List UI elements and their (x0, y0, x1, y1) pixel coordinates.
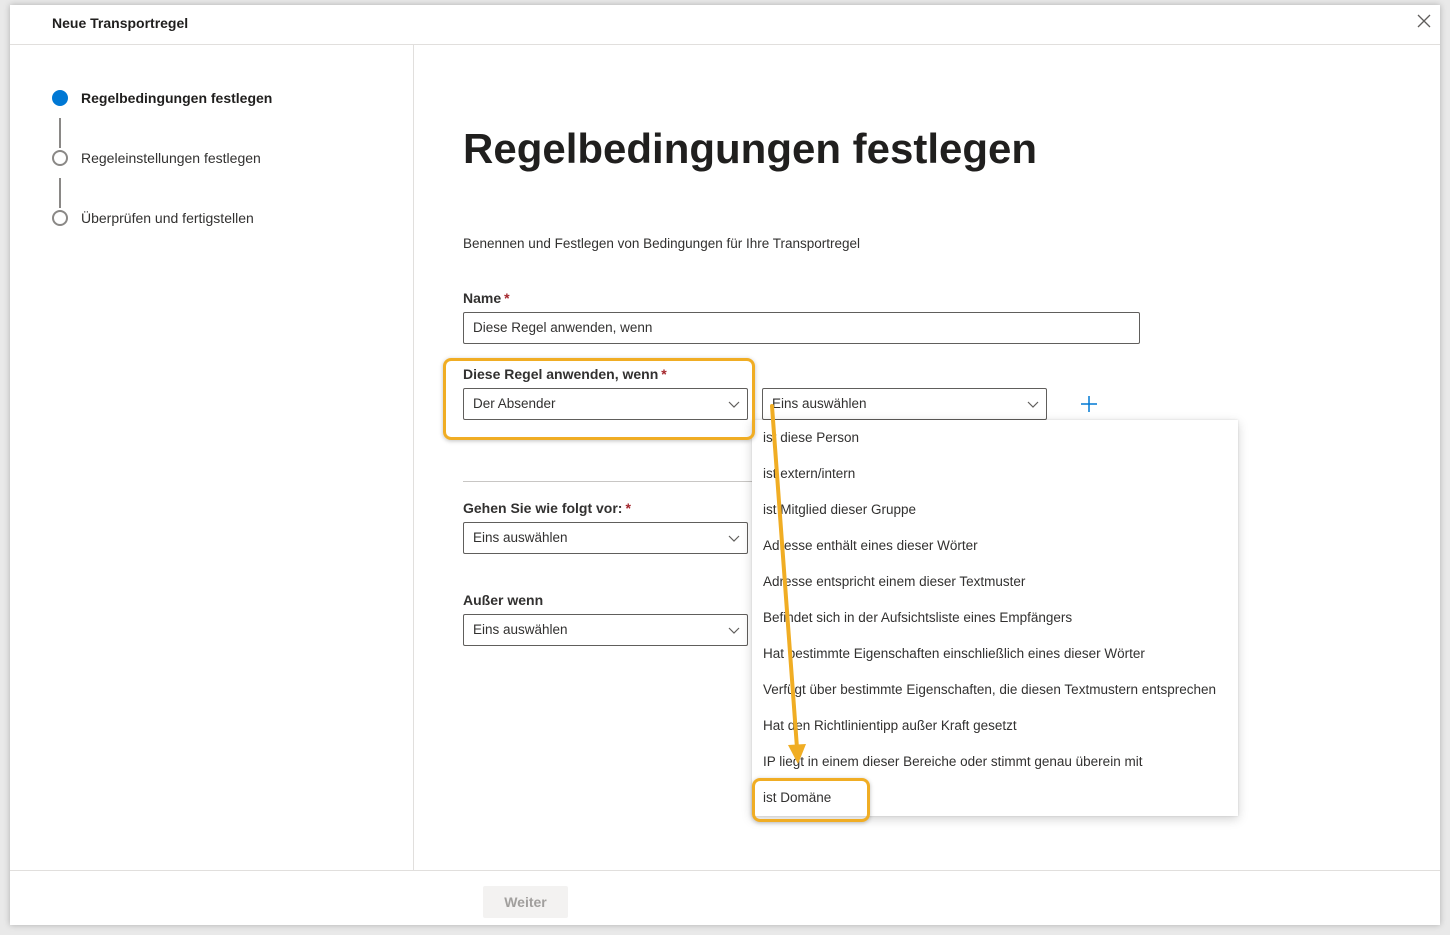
menu-item[interactable]: Verfügt über bestimmte Eigenschaften, di… (752, 672, 1238, 708)
except-label: Außer wenn (463, 592, 543, 608)
chevron-down-icon (728, 627, 740, 634)
menu-item[interactable]: Adresse enthält eines dieser Wörter (752, 528, 1238, 564)
condition-options-menu: ist diese Person ist extern/intern ist M… (752, 420, 1238, 816)
action-dropdown[interactable]: Eins auswählen (463, 522, 748, 554)
panel-header: Neue Transportregel (10, 5, 1440, 45)
close-icon (1417, 14, 1431, 28)
page-description: Benennen und Festlegen von Bedingungen f… (463, 236, 861, 251)
close-button[interactable] (1416, 13, 1432, 29)
step-review-finish[interactable]: Überprüfen und fertigstellen (52, 210, 254, 226)
panel-title: Neue Transportregel (52, 15, 189, 31)
step-rule-conditions[interactable]: Regelbedingungen festlegen (52, 90, 272, 106)
dropdown-value: Der Absender (473, 396, 556, 411)
step-connector (59, 118, 61, 148)
name-input[interactable]: Diese Regel anwenden, wenn (463, 312, 1140, 344)
menu-item[interactable]: Befindet sich in der Aufsichtsliste eine… (752, 600, 1238, 636)
condition-dropdown[interactable]: Eins auswählen (762, 388, 1047, 420)
add-condition-button[interactable] (1077, 392, 1101, 416)
step-connector (59, 178, 61, 208)
chevron-down-icon (1027, 401, 1039, 408)
step-pending-indicator (52, 210, 68, 226)
step-active-indicator (52, 90, 68, 106)
step-label: Regeleinstellungen festlegen (81, 150, 261, 166)
menu-item[interactable]: IP liegt in einem dieser Bereiche oder s… (752, 744, 1238, 780)
panel-footer: Weiter (10, 870, 1440, 925)
chevron-down-icon (728, 535, 740, 542)
apply-rule-label: Diese Regel anwenden, wenn * (463, 366, 667, 382)
step-pending-indicator (52, 150, 68, 166)
menu-item[interactable]: ist extern/intern (752, 456, 1238, 492)
required-marker: * (504, 290, 510, 306)
menu-item[interactable]: Hat den Richtlinientipp außer Kraft gese… (752, 708, 1238, 744)
dropdown-placeholder: Eins auswählen (473, 622, 568, 637)
menu-item[interactable]: ist Mitglied dieser Gruppe (752, 492, 1238, 528)
next-button[interactable]: Weiter (483, 886, 568, 918)
menu-item-domain[interactable]: ist Domäne (752, 780, 1238, 816)
apply-rule-label-text: Diese Regel anwenden, wenn (463, 366, 659, 382)
step-label: Regelbedingungen festlegen (81, 90, 273, 106)
required-marker: * (625, 500, 631, 516)
step-label: Überprüfen und fertigstellen (81, 210, 254, 226)
step-rule-settings[interactable]: Regeleinstellungen festlegen (52, 150, 261, 166)
wizard-steps: Regelbedingungen festlegen Regeleinstell… (10, 45, 414, 870)
except-dropdown[interactable]: Eins auswählen (463, 614, 748, 646)
name-label: Name * (463, 290, 510, 306)
chevron-down-icon (728, 401, 740, 408)
dropdown-placeholder: Eins auswählen (473, 530, 568, 545)
plus-icon (1081, 396, 1097, 412)
apply-rule-dropdown[interactable]: Der Absender (463, 388, 748, 420)
section-divider (463, 481, 763, 482)
name-label-text: Name (463, 290, 502, 306)
page-title: Regelbedingungen festlegen (463, 125, 1038, 172)
menu-item[interactable]: ist diese Person (752, 420, 1238, 456)
action-label: Gehen Sie wie folgt vor: * (463, 500, 631, 516)
required-marker: * (661, 366, 667, 382)
menu-item[interactable]: Adresse entspricht einem dieser Textmust… (752, 564, 1238, 600)
dropdown-placeholder: Eins auswählen (772, 396, 867, 411)
menu-item[interactable]: Hat bestimmte Eigenschaften einschließli… (752, 636, 1238, 672)
action-label-text: Gehen Sie wie folgt vor: (463, 500, 623, 516)
except-label-text: Außer wenn (463, 592, 544, 608)
